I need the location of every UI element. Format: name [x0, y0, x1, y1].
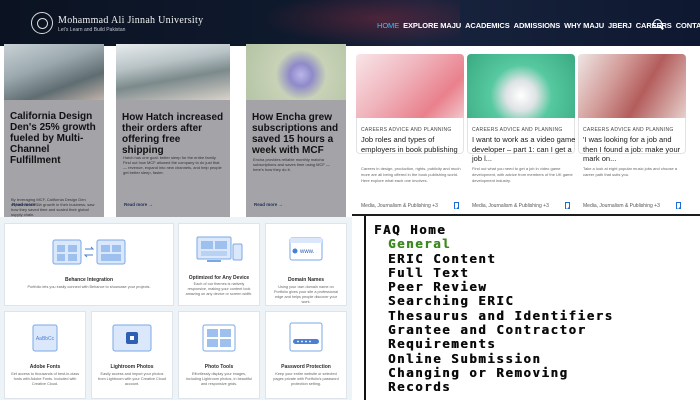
university-tagline: Let's Learn and Build Pakistan — [58, 27, 126, 33]
faq-item-searching-eric[interactable]: Searching ERIC — [388, 294, 614, 309]
nav-contact[interactable]: CONTACT — [676, 21, 700, 30]
bookmark-icon[interactable] — [676, 202, 681, 209]
feature-photo-tools[interactable]: Photo Tools Effortlessly display your im… — [178, 311, 260, 399]
faq-home-link[interactable]: FAQ Home — [374, 222, 614, 237]
case-study-card[interactable]: How Encha grew subscriptions and saved 1… — [246, 44, 346, 219]
faq-item-full-text[interactable]: Full Text — [388, 265, 614, 280]
blog-tag[interactable]: Media, Journalism & Publishing +3 — [361, 203, 438, 209]
blog-tag[interactable]: Media, Journalism & Publishing +3 — [472, 203, 549, 209]
blog-thumbnail — [467, 54, 575, 118]
read-more-link[interactable]: Read more → — [124, 202, 153, 207]
blog-title[interactable]: I want to work as a video game developer… — [472, 135, 576, 164]
read-more-link[interactable]: Read more → — [254, 202, 283, 207]
nav-jberj[interactable]: JBERJ — [608, 21, 632, 30]
blog-card[interactable]: CAREERS ADVICE AND PLANNING I want to wo… — [467, 54, 575, 209]
blog-excerpt: Find out what you need to get a job in v… — [472, 166, 573, 183]
university-name[interactable]: Mohammad Ali Jinnah University — [58, 15, 203, 26]
feature-devices[interactable]: Optimized for Any Device Each of our the… — [178, 223, 260, 306]
nav-why-maju[interactable]: WHY MAJU — [564, 21, 604, 30]
faq-item-requirements[interactable]: Requirements — [388, 337, 614, 352]
blog-category[interactable]: CAREERS ADVICE AND PLANNING — [583, 127, 674, 133]
blog-category[interactable]: CAREERS ADVICE AND PLANNING — [472, 127, 563, 133]
blog-thumbnail — [578, 54, 686, 118]
lightroom-photos-icon — [112, 324, 152, 352]
faq-item-general[interactable]: General — [388, 236, 614, 251]
bookmark-icon[interactable] — [565, 202, 570, 209]
case-study-body: Encha provides reliable monthly matcha s… — [253, 157, 330, 172]
blog-tag[interactable]: Media, Journalism & Publishing +3 — [583, 203, 660, 209]
feature-title: Lightroom Photos — [110, 364, 154, 370]
feature-title: Behance Integration — [64, 277, 114, 283]
bookmark-icon[interactable] — [454, 202, 459, 209]
faq-item-eric-content[interactable]: ERIC Content — [388, 251, 614, 266]
blog-excerpt: Take a look at eight popular music jobs … — [583, 166, 678, 177]
blog-category[interactable]: CAREERS ADVICE AND PLANNING — [361, 127, 452, 133]
domain-icon-label: www. — [299, 249, 315, 255]
faq-list: FAQ Home General ERIC Content Full Text … — [374, 222, 614, 395]
nav-home[interactable]: HOME — [377, 21, 399, 30]
case-study-title[interactable]: How Encha grew subscriptions and saved 1… — [252, 112, 340, 156]
faq-item-peer-review[interactable]: Peer Review — [388, 279, 614, 294]
photo-grid-icon — [202, 324, 236, 352]
blog-title[interactable]: 'I was looking for a job and then I foun… — [583, 135, 687, 164]
fonts-icon-label: AaBbCc — [36, 336, 55, 342]
search-icon[interactable] — [653, 19, 662, 28]
feature-grid: Behance Integration Portfolio lets you e… — [0, 217, 352, 400]
case-study-photo — [246, 44, 346, 100]
feature-lightroom[interactable]: Lightroom Photos Easily access and impor… — [91, 311, 173, 399]
feature-title: Domain Names — [287, 277, 325, 283]
case-study-photo — [116, 44, 230, 100]
case-study-photo — [4, 44, 104, 100]
feature-desc: Each of our themes is natively responsiv… — [185, 282, 253, 296]
feature-fonts[interactable]: AaBbCc Adobe Fonts Get access to thousan… — [4, 311, 86, 399]
responsive-devices-icon — [196, 236, 243, 262]
read-more-link[interactable]: Read more → — [12, 202, 41, 207]
nav-academics[interactable]: ACADEMICS — [465, 21, 510, 30]
feature-desc: Using your own domain name on Portfolio … — [274, 285, 338, 304]
feature-domain[interactable]: www. Domain Names Using your own domain … — [265, 223, 347, 306]
blog-title[interactable]: Job roles and types of employers in book… — [361, 135, 465, 154]
case-study-title[interactable]: California Design Den's 25% growth fuele… — [10, 111, 98, 166]
feature-desc: Easily access and import your photos fro… — [98, 372, 166, 386]
faq-item-records[interactable]: Records — [388, 379, 614, 394]
nav-admissions[interactable]: ADMISSIONS — [514, 21, 561, 30]
faq-menu: FAQ Home General ERIC Content Full Text … — [352, 216, 700, 400]
case-study-body: Hatch has one goal: better sleep for the… — [123, 155, 222, 175]
case-study-card[interactable]: How Hatch increased their orders after o… — [116, 44, 230, 219]
feature-desc: Portfolio lets you easily connect with B… — [27, 285, 151, 289]
password-lock-icon — [289, 322, 323, 352]
case-study-card[interactable]: California Design Den's 25% growth fuele… — [4, 44, 104, 219]
feature-desc: Effortlessly display your images, includ… — [186, 372, 252, 386]
blog-card[interactable]: CAREERS ADVICE AND PLANNING Job roles an… — [356, 54, 464, 209]
feature-behance[interactable]: Behance Integration Portfolio lets you e… — [4, 223, 174, 306]
faq-item-changing[interactable]: Changing or Removing — [388, 365, 614, 380]
feature-title: Optimized for Any Device — [188, 275, 250, 281]
nav-explore-maju[interactable]: EXPLORE MAJU — [403, 21, 461, 30]
faq-item-grantee[interactable]: Grantee and Contractor — [388, 322, 614, 337]
fonts-icon: AaBbCc — [32, 324, 58, 352]
domain-www-icon: www. — [289, 237, 323, 261]
main-nav: HOME EXPLORE MAJU ACADEMICS ADMISSIONS W… — [377, 21, 700, 30]
feature-title: Password Protection — [281, 364, 331, 370]
feature-desc: Keep your entire website or selected pag… — [273, 372, 339, 386]
feature-title: Photo Tools — [204, 364, 234, 370]
blog-card[interactable]: CAREERS ADVICE AND PLANNING 'I was looki… — [578, 54, 686, 209]
site-header: Mohammad Ali Jinnah University Let's Lea… — [0, 0, 700, 46]
faq-item-thesaurus[interactable]: Thesaurus and Identifiers — [388, 308, 614, 323]
case-study-title[interactable]: How Hatch increased their orders after o… — [122, 112, 224, 156]
feature-desc: Get access to thousands of best-in-class… — [10, 372, 80, 386]
case-study-body: By leveraging MCF, California Design Den… — [11, 197, 95, 217]
faq-item-online-submission[interactable]: Online Submission — [388, 351, 614, 366]
blog-excerpt: Careers in design, production, rights, p… — [361, 166, 461, 183]
university-logo-icon[interactable] — [31, 12, 53, 34]
blog-thumbnail — [356, 54, 464, 118]
behance-sync-icon — [52, 239, 126, 265]
feature-title: Adobe Fonts — [29, 364, 61, 370]
feature-password[interactable]: Password Protection Keep your entire web… — [265, 311, 347, 399]
